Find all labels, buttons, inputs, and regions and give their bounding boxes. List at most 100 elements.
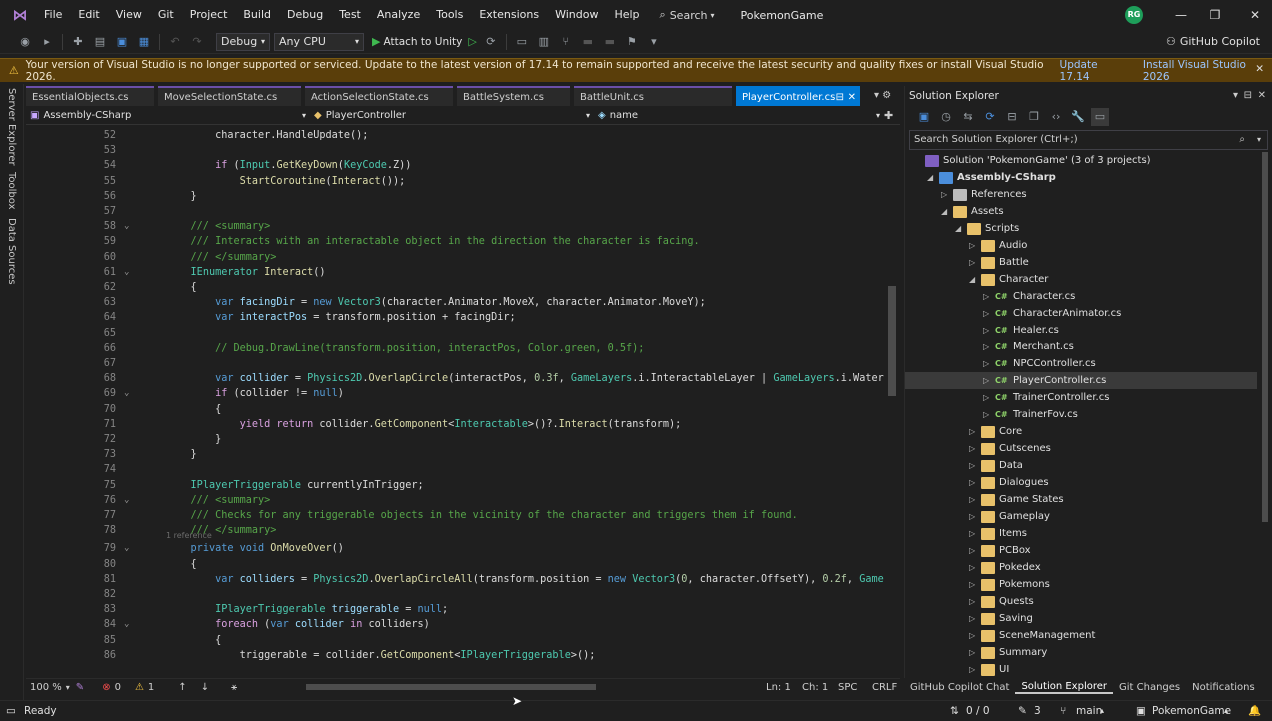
collapsed-arrow-icon[interactable]: ▷ [969,423,975,440]
fold-chevron-icon[interactable]: ⌄ [124,265,129,280]
code-line[interactable]: 77 /// Checks for any triggerable object… [26,508,884,523]
menu-file[interactable]: File [36,4,70,26]
code-line[interactable]: 86 triggerable = collider.GetComponent<I… [26,648,884,663]
tree-item[interactable]: ▷ C# TrainerFov.cs [905,406,1257,423]
code-line[interactable]: 59 /// Interacts with an interactable ob… [26,234,884,249]
tree-item[interactable]: ▷ Pokedex [905,559,1257,576]
expanded-arrow-icon[interactable]: ◢ [941,203,947,220]
tree-item[interactable]: ▷ Game States [905,491,1257,508]
fold-chevron-icon[interactable]: ⌄ [124,541,129,556]
code-line[interactable]: 58 ⌄ /// <summary> [26,219,884,234]
open-file-icon[interactable]: ▤ [91,33,109,51]
tree-item[interactable]: ▷ Items [905,525,1257,542]
format-icon[interactable]: ▬ [579,33,597,51]
code-line[interactable]: 53 [26,143,884,158]
tree-item[interactable]: ▷ PCBox [905,542,1257,559]
fold-chevron-icon[interactable]: ⌄ [124,493,129,508]
tree-item[interactable]: ◢ Assembly-CSharp [905,169,1257,186]
error-count[interactable]: 0 [115,682,121,693]
code-line[interactable]: 65 [26,326,884,341]
changes-counter[interactable]: 3 [1034,701,1041,721]
collapse-all-icon[interactable]: ⊟ [1003,108,1021,126]
class-dropdown[interactable]: ◆ PlayerController ▾ [310,108,594,124]
collapsed-arrow-icon[interactable]: ▷ [983,406,989,423]
tree-item[interactable]: ▷ Dialogues [905,474,1257,491]
collapsed-arrow-icon[interactable]: ▷ [969,610,975,627]
restore-button[interactable]: ❐ [1198,0,1232,30]
code-line[interactable]: 72 } [26,432,884,447]
tree-scrollbar[interactable] [1259,152,1271,676]
tree-item[interactable]: ▷ Battle [905,254,1257,271]
menu-project[interactable]: Project [182,4,236,26]
menu-window[interactable]: Window [547,4,606,26]
project-dropdown[interactable]: ▣ Assembly-CSharp ▾ [26,108,310,124]
tab-github-copilot-chat[interactable]: GitHub Copilot Chat [904,682,1015,693]
toolbox-tab[interactable]: Toolbox [6,172,17,210]
code-line[interactable]: 76 ⌄ /// <summary> [26,493,884,508]
branch-name[interactable]: main [1076,701,1102,721]
code-line[interactable]: 73 } [26,447,884,462]
code-line[interactable]: 54 if (Input.GetKeyDown(KeyCode.Z)) [26,158,884,173]
code-line[interactable]: 85 { [26,633,884,648]
ch-indicator[interactable]: Ch: 1 [802,682,828,693]
tree-item[interactable]: ▷ C# Merchant.cs [905,338,1257,355]
chevron-down-icon[interactable]: ▾ [1233,86,1238,106]
tab-git-changes[interactable]: Git Changes [1113,682,1186,693]
menu-git[interactable]: Git [150,4,182,26]
solution-platform-select[interactable]: Any CPU ▾ [274,32,364,51]
arrow-up-icon[interactable]: ↑ [178,682,186,693]
tree-item[interactable]: ▷ Audio [905,237,1257,254]
collapsed-arrow-icon[interactable]: ▷ [969,440,975,457]
code-line[interactable]: 52 character.HandleUpdate(); [26,128,884,143]
tree-item[interactable]: ▷ C# PlayerController.cs [905,372,1257,390]
layout-icon[interactable]: ▥ [535,33,553,51]
collapsed-arrow-icon[interactable]: ▷ [969,627,975,644]
avatar[interactable]: RG [1125,6,1143,24]
code-cleanup-icon[interactable]: ⚹ [231,682,237,693]
minimize-button[interactable]: — [1164,0,1198,30]
fold-chevron-icon[interactable]: ⌄ [124,617,129,632]
code-line[interactable]: 61 ⌄ IEnumerator Interact() [26,265,884,280]
code-line[interactable]: 67 [26,356,884,371]
scrollbar-thumb[interactable] [1262,152,1268,522]
scrollbar-thumb[interactable] [306,684,596,690]
comment-icon[interactable]: ▬ [601,33,619,51]
search-button[interactable]: ⌕ Search ▾ [652,4,723,26]
solution-explorer-search[interactable]: Search Solution Explorer (Ctrl+;) ⌕ ▾ [909,130,1268,150]
ln-indicator[interactable]: Ln: 1 [766,682,791,693]
tree-item[interactable]: ▷ Core [905,423,1257,440]
collapsed-arrow-icon[interactable]: ▷ [969,576,975,593]
code-line[interactable]: 80 { [26,557,884,572]
tab-essential-objects[interactable]: EssentialObjects.cs [26,86,154,106]
expanded-arrow-icon[interactable]: ◢ [955,220,961,237]
code-editor[interactable]: 52 character.HandleUpdate(); 53 54 if (Inp… [26,126,884,678]
redo-icon[interactable]: ↷ [188,33,206,51]
notifications-icon[interactable]: 🔔 [1248,701,1261,721]
code-line[interactable]: 74 [26,462,884,477]
code-line[interactable]: 75 IPlayerTriggerable currentlyInTrigger… [26,478,884,493]
commits-counter[interactable]: 0 / 0 [966,701,990,721]
switch-views-icon[interactable]: ▣ [915,108,933,126]
pin-icon[interactable]: ⊟ [1244,86,1252,106]
tab-battle-system[interactable]: BattleSystem.cs [457,86,570,106]
navigate-forward-icon[interactable]: ▸ [38,33,56,51]
collapsed-arrow-icon[interactable]: ▷ [983,355,989,372]
collapsed-arrow-icon[interactable]: ▷ [983,372,989,389]
menu-edit[interactable]: Edit [70,4,107,26]
save-icon[interactable]: ▣ [113,33,131,51]
menu-build[interactable]: Build [235,4,279,26]
menu-debug[interactable]: Debug [279,4,331,26]
tab-move-selection-state[interactable]: MoveSelectionState.cs [158,86,301,106]
show-all-files-icon[interactable]: ❐ [1025,108,1043,126]
properties-icon[interactable]: 🔧 [1069,108,1087,126]
preview-icon[interactable]: ▭ [1091,108,1109,126]
attach-to-unity-button[interactable]: Attach to Unity [383,36,462,48]
tree-item[interactable]: ▷ References [905,186,1257,203]
play-icon[interactable]: ▶ [372,35,380,48]
code-line[interactable]: 68 var collider = Physics2D.OverlapCircl… [26,371,884,386]
collapsed-arrow-icon[interactable]: ▷ [969,559,975,576]
menu-view[interactable]: View [108,4,150,26]
collapsed-arrow-icon[interactable]: ▷ [969,254,975,271]
tree-item[interactable]: ▷ C# Character.cs [905,288,1257,305]
scrollbar-thumb[interactable] [888,286,896,396]
